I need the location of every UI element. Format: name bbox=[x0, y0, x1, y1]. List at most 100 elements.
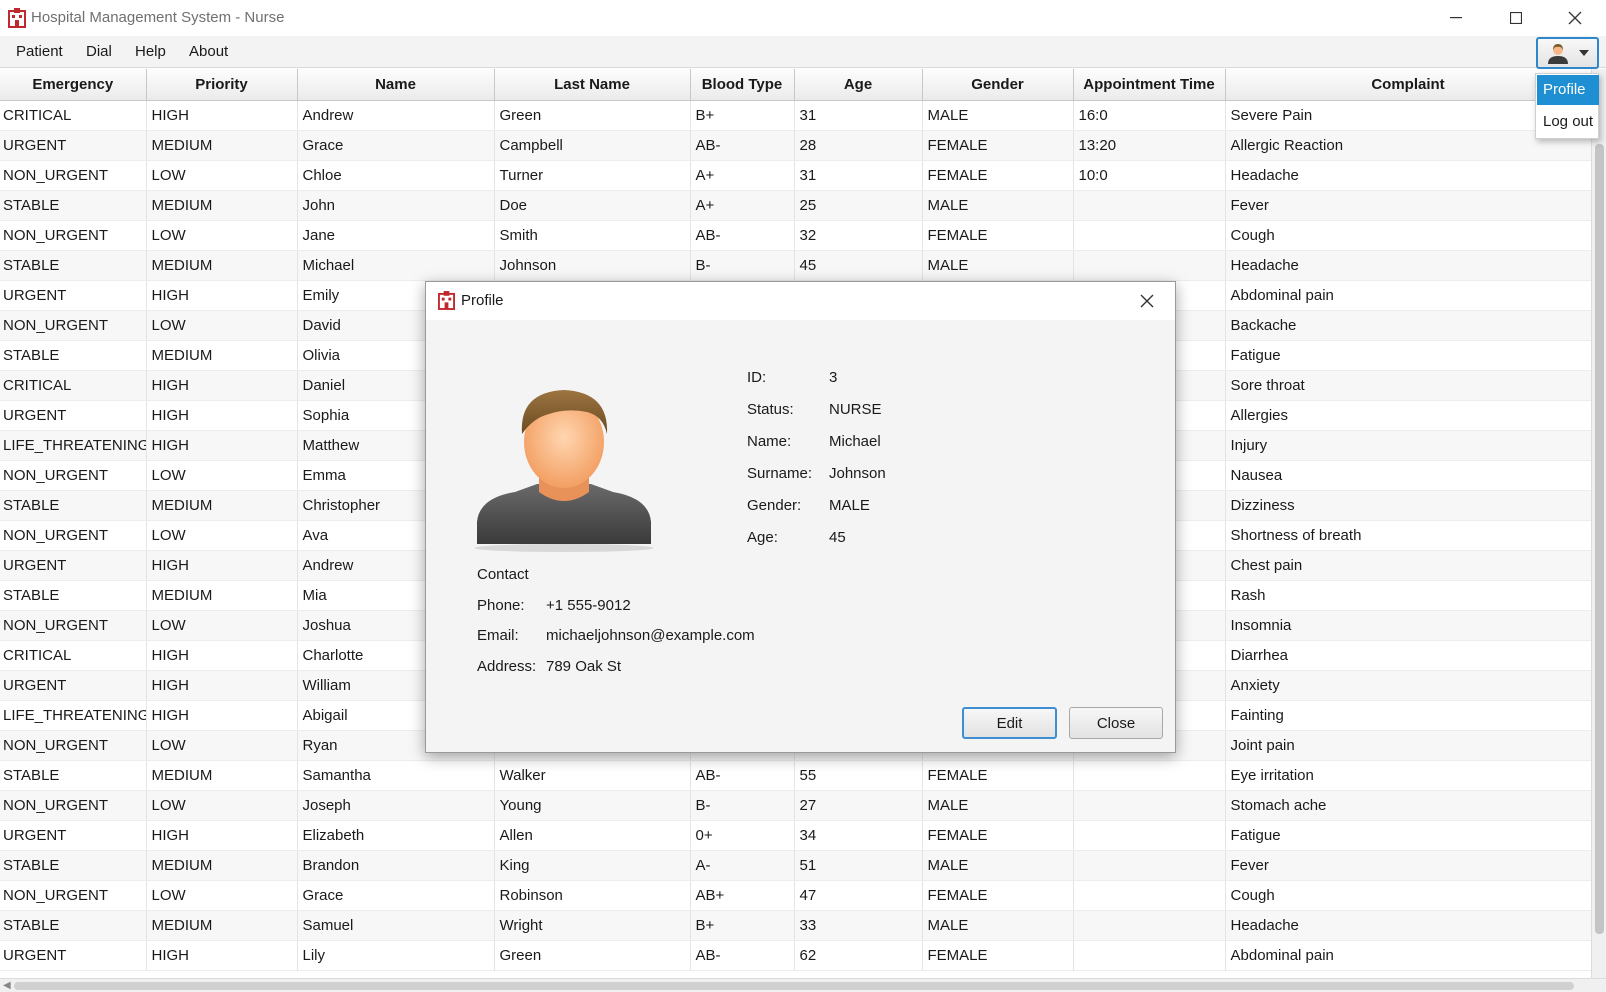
cell-priority[interactable]: MEDIUM bbox=[146, 490, 298, 521]
cell-emergency[interactable]: NON_URGENT bbox=[0, 460, 147, 491]
cell-gender[interactable]: FEMALE bbox=[922, 880, 1074, 911]
table-row[interactable]: STABLE MEDIUM Michael Johnson B- 45 MALE Headac… bbox=[0, 250, 1591, 281]
cell-gender[interactable]: MALE bbox=[922, 910, 1074, 941]
cell-last-name[interactable]: Johnson bbox=[494, 250, 691, 281]
cell-blood-type[interactable]: B- bbox=[690, 250, 795, 281]
col-header-appointment-time[interactable]: Appointment Time bbox=[1073, 69, 1226, 101]
cell-complaint[interactable]: Diarrhea bbox=[1225, 640, 1591, 671]
cell-complaint[interactable]: Injury bbox=[1225, 430, 1591, 461]
cell-age[interactable]: 51 bbox=[794, 850, 923, 881]
cell-priority[interactable]: LOW bbox=[146, 790, 298, 821]
cell-priority[interactable]: HIGH bbox=[146, 430, 298, 461]
cell-emergency[interactable]: NON_URGENT bbox=[0, 880, 147, 911]
col-header-gender[interactable]: Gender bbox=[922, 69, 1074, 101]
cell-gender[interactable]: FEMALE bbox=[922, 760, 1074, 791]
edit-button[interactable]: Edit bbox=[962, 707, 1057, 739]
cell-last-name[interactable]: Robinson bbox=[494, 880, 691, 911]
cell-emergency[interactable]: CRITICAL bbox=[0, 640, 147, 671]
cell-appointment-time[interactable]: 10:0 bbox=[1073, 160, 1226, 191]
cell-last-name[interactable]: Smith bbox=[494, 220, 691, 251]
cell-name[interactable]: Grace bbox=[297, 130, 495, 161]
vertical-scrollbar[interactable] bbox=[1591, 69, 1606, 978]
cell-priority[interactable]: MEDIUM bbox=[146, 910, 298, 941]
cell-name[interactable]: Samantha bbox=[297, 760, 495, 791]
cell-priority[interactable]: MEDIUM bbox=[146, 130, 298, 161]
cell-age[interactable]: 32 bbox=[794, 220, 923, 251]
cell-complaint[interactable]: Nausea bbox=[1225, 460, 1591, 491]
cell-age[interactable]: 31 bbox=[794, 160, 923, 191]
cell-emergency[interactable]: NON_URGENT bbox=[0, 730, 147, 761]
cell-priority[interactable]: LOW bbox=[146, 460, 298, 491]
cell-last-name[interactable]: Green bbox=[494, 100, 691, 131]
cell-emergency[interactable]: CRITICAL bbox=[0, 370, 147, 401]
cell-gender[interactable]: MALE bbox=[922, 190, 1074, 221]
cell-priority[interactable]: MEDIUM bbox=[146, 850, 298, 881]
cell-complaint[interactable]: Chest pain bbox=[1225, 550, 1591, 581]
cell-name[interactable]: Brandon bbox=[297, 850, 495, 881]
cell-priority[interactable]: LOW bbox=[146, 310, 298, 341]
menu-help[interactable]: Help bbox=[135, 43, 166, 60]
cell-blood-type[interactable]: A+ bbox=[690, 160, 795, 191]
scroll-left-icon[interactable]: ◀ bbox=[3, 980, 11, 991]
cell-gender[interactable]: MALE bbox=[922, 850, 1074, 881]
cell-complaint[interactable]: Backache bbox=[1225, 310, 1591, 341]
menu-item-logout[interactable]: Log out bbox=[1537, 107, 1599, 137]
cell-emergency[interactable]: LIFE_THREATENING bbox=[0, 700, 147, 731]
cell-gender[interactable]: MALE bbox=[922, 790, 1074, 821]
cell-priority[interactable]: LOW bbox=[146, 160, 298, 191]
menu-patient[interactable]: Patient bbox=[16, 43, 63, 60]
vertical-scroll-thumb[interactable] bbox=[1595, 144, 1604, 934]
cell-blood-type[interactable]: AB- bbox=[690, 760, 795, 791]
cell-priority[interactable]: LOW bbox=[146, 880, 298, 911]
maximize-button[interactable] bbox=[1487, 0, 1545, 36]
close-button[interactable]: Close bbox=[1069, 707, 1163, 739]
cell-appointment-time[interactable] bbox=[1073, 940, 1226, 971]
cell-name[interactable]: Samuel bbox=[297, 910, 495, 941]
cell-appointment-time[interactable]: 13:20 bbox=[1073, 130, 1226, 161]
table-row[interactable]: STABLE MEDIUM Samantha Walker AB- 55 FEMALE Eye… bbox=[0, 760, 1591, 791]
cell-priority[interactable]: HIGH bbox=[146, 550, 298, 581]
cell-complaint[interactable]: Abdominal pain bbox=[1225, 940, 1591, 971]
cell-emergency[interactable]: STABLE bbox=[0, 340, 147, 371]
cell-emergency[interactable]: STABLE bbox=[0, 490, 147, 521]
cell-age[interactable]: 62 bbox=[794, 940, 923, 971]
cell-appointment-time[interactable] bbox=[1073, 760, 1226, 791]
cell-last-name[interactable]: Green bbox=[494, 940, 691, 971]
cell-priority[interactable]: MEDIUM bbox=[146, 340, 298, 371]
cell-last-name[interactable]: Wright bbox=[494, 910, 691, 941]
cell-last-name[interactable]: Turner bbox=[494, 160, 691, 191]
cell-appointment-time[interactable] bbox=[1073, 250, 1226, 281]
cell-complaint[interactable]: Insomnia bbox=[1225, 610, 1591, 641]
cell-blood-type[interactable]: B+ bbox=[690, 910, 795, 941]
cell-name[interactable]: Michael bbox=[297, 250, 495, 281]
cell-priority[interactable]: HIGH bbox=[146, 280, 298, 311]
cell-priority[interactable]: HIGH bbox=[146, 370, 298, 401]
cell-blood-type[interactable]: A- bbox=[690, 850, 795, 881]
cell-emergency[interactable]: NON_URGENT bbox=[0, 160, 147, 191]
table-row[interactable]: URGENT MEDIUM Grace Campbell AB- 28 FEMALE 13:2… bbox=[0, 130, 1591, 161]
cell-age[interactable]: 31 bbox=[794, 100, 923, 131]
table-row[interactable]: URGENT HIGH Lily Green AB- 62 FEMALE Abdominal … bbox=[0, 940, 1591, 971]
cell-priority[interactable]: HIGH bbox=[146, 700, 298, 731]
cell-last-name[interactable]: Campbell bbox=[494, 130, 691, 161]
cell-emergency[interactable]: STABLE bbox=[0, 760, 147, 791]
minimize-button[interactable] bbox=[1427, 0, 1485, 36]
cell-name[interactable]: John bbox=[297, 190, 495, 221]
cell-emergency[interactable]: URGENT bbox=[0, 820, 147, 851]
table-row[interactable]: CRITICAL HIGH Andrew Green B+ 31 MALE 16:0 Sever… bbox=[0, 100, 1591, 131]
cell-age[interactable]: 25 bbox=[794, 190, 923, 221]
cell-complaint[interactable]: Eye irritation bbox=[1225, 760, 1591, 791]
cell-emergency[interactable]: STABLE bbox=[0, 190, 147, 221]
cell-complaint[interactable]: Fatigue bbox=[1225, 820, 1591, 851]
cell-appointment-time[interactable] bbox=[1073, 220, 1226, 251]
cell-complaint[interactable]: Allergies bbox=[1225, 400, 1591, 431]
menu-item-profile[interactable]: Profile bbox=[1537, 75, 1599, 105]
cell-emergency[interactable]: STABLE bbox=[0, 250, 147, 281]
cell-age[interactable]: 33 bbox=[794, 910, 923, 941]
cell-appointment-time[interactable] bbox=[1073, 190, 1226, 221]
cell-emergency[interactable]: CRITICAL bbox=[0, 100, 147, 131]
cell-complaint[interactable]: Fever bbox=[1225, 850, 1591, 881]
cell-priority[interactable]: MEDIUM bbox=[146, 190, 298, 221]
cell-gender[interactable]: MALE bbox=[922, 250, 1074, 281]
cell-age[interactable]: 47 bbox=[794, 880, 923, 911]
